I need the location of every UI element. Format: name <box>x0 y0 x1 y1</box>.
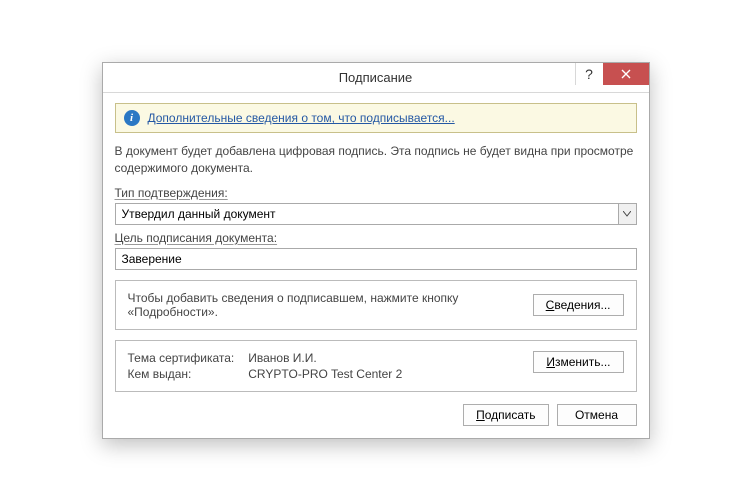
cert-subject-label: Тема сертификата: <box>128 351 235 365</box>
signing-dialog: Подписание ? i Дополнительные сведения о… <box>102 62 650 438</box>
change-cert-button[interactable]: Изменить... <box>533 351 623 373</box>
titlebar-buttons: ? <box>575 63 649 85</box>
dialog-title: Подписание <box>103 70 649 85</box>
help-button[interactable]: ? <box>575 63 603 85</box>
cancel-button[interactable]: Отмена <box>557 404 637 426</box>
combo-dropdown-button[interactable] <box>618 204 636 224</box>
certificate-info: Тема сертификата: Иванов И.И. Кем выдан:… <box>128 351 522 381</box>
details-text: Чтобы добавить сведения о подписавшем, н… <box>128 291 521 319</box>
purpose-label: Цель подписания документа: <box>115 231 637 245</box>
cert-subject-value: Иванов И.И. <box>248 351 521 365</box>
info-bar: i Дополнительные сведения о том, что под… <box>115 103 637 133</box>
close-button[interactable] <box>603 63 649 85</box>
info-icon: i <box>124 110 140 126</box>
cert-issuer-value: CRYPTO-PRO Test Center 2 <box>248 367 521 381</box>
sign-button[interactable]: Подписать <box>463 404 548 426</box>
details-button[interactable]: Сведения... <box>533 294 624 316</box>
details-box: Чтобы добавить сведения о подписавшем, н… <box>115 280 637 330</box>
chevron-down-icon <box>623 211 631 217</box>
titlebar: Подписание ? <box>103 63 649 93</box>
type-label: Тип подтверждения: <box>115 186 637 200</box>
description-text: В документ будет добавлена цифровая подп… <box>115 143 637 175</box>
dialog-footer: Подписать Отмена <box>115 404 637 426</box>
confirmation-type-input[interactable] <box>116 204 618 224</box>
dialog-content: i Дополнительные сведения о том, что под… <box>103 93 649 437</box>
info-link[interactable]: Дополнительные сведения о том, что подпи… <box>148 111 455 125</box>
cert-issuer-label: Кем выдан: <box>128 367 235 381</box>
confirmation-type-combo[interactable] <box>115 203 637 225</box>
certificate-buttons: Изменить... <box>533 351 623 381</box>
purpose-input[interactable] <box>115 248 637 270</box>
certificate-box: Тема сертификата: Иванов И.И. Кем выдан:… <box>115 340 637 392</box>
close-icon <box>621 69 631 79</box>
